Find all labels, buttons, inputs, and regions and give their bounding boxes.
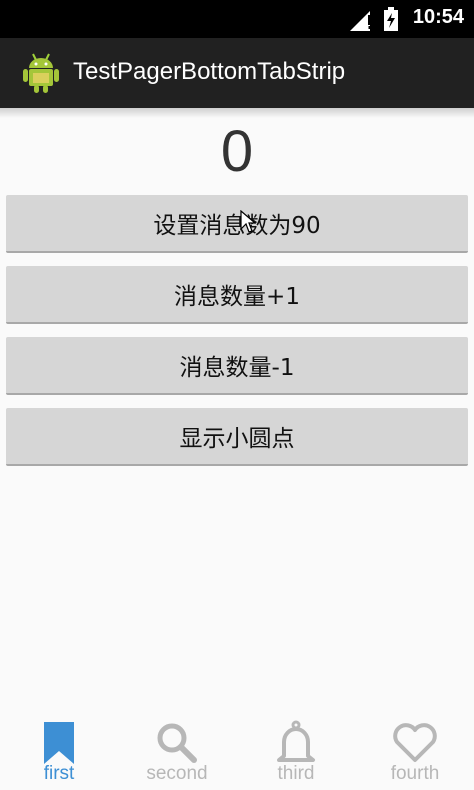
search-icon (157, 723, 197, 763)
bottom-tab-bar: first second third fourth (0, 712, 474, 790)
decrement-count-button[interactable]: 消息数量-1 (6, 337, 468, 395)
show-dot-button[interactable]: 显示小圆点 (6, 408, 468, 466)
tab-third-label: third (277, 763, 315, 784)
increment-count-button[interactable]: 消息数量+1 (6, 266, 468, 324)
tab-second-label: second (146, 763, 208, 784)
action-bar: TestPagerBottomTabStrip (0, 38, 474, 108)
tab-first-label: first (43, 763, 75, 784)
action-bar-shadow (0, 108, 474, 118)
bell-icon (277, 720, 315, 762)
set-count-90-button[interactable]: 设置消息数为90 (6, 195, 468, 253)
battery-icon (384, 7, 398, 31)
status-bar: 10:54 (0, 0, 474, 38)
tab-third[interactable]: third (237, 712, 355, 790)
tab-first[interactable]: first (0, 712, 118, 790)
heart-icon (393, 723, 437, 762)
tab-second[interactable]: second (118, 712, 236, 790)
tab-fourth[interactable]: fourth (356, 712, 474, 790)
app-title: TestPagerBottomTabStrip (73, 58, 346, 85)
tab-fourth-label: fourth (390, 763, 440, 784)
signal-icon (350, 11, 371, 31)
mouse-cursor-icon (240, 210, 256, 233)
status-time: 10:54 (412, 6, 464, 28)
android-app-icon (23, 53, 59, 93)
message-count: 0 (220, 119, 254, 184)
bookmark-icon (44, 722, 74, 764)
